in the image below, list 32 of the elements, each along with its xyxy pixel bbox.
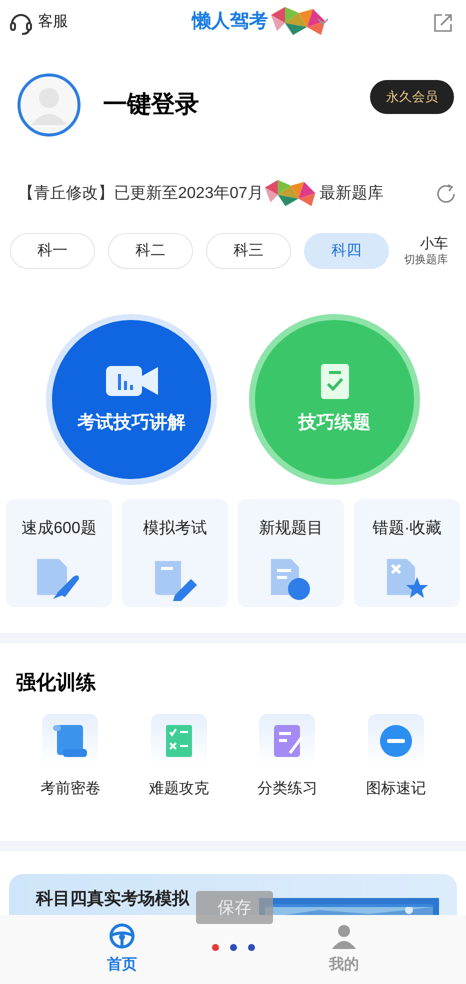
training-item[interactable]: 难题攻克 — [124, 714, 233, 800]
training-item[interactable]: 分类练习 — [233, 714, 342, 800]
pencil-scroll-icon — [153, 559, 197, 601]
customer-service-link[interactable]: 客服 — [38, 11, 68, 34]
subject-tab[interactable]: 科三 — [206, 233, 291, 269]
vip-button[interactable]: 永久会员 — [370, 80, 454, 114]
star-document-icon — [385, 559, 429, 601]
app-title[interactable]: 懒人驾考 — [192, 8, 268, 36]
person-icon — [331, 922, 357, 949]
quick-entry-card[interactable]: 新规题目 — [238, 499, 344, 607]
nav-tab[interactable]: 首页 — [66, 922, 178, 976]
training-item[interactable]: 图标速记 — [342, 714, 450, 800]
update-notice: 最新题库 — [319, 184, 384, 204]
steering-wheel-icon — [109, 922, 135, 949]
switch-bank-button[interactable]: 小车 切换题库 — [404, 234, 448, 268]
chevron-down-icon — [317, 17, 329, 27]
update-notice: 【青丘修改】已更新至2023年07月 — [18, 184, 264, 204]
quick-entry-card[interactable]: 错题·收藏 — [354, 499, 460, 607]
quick-entry-card[interactable]: 速成600题 — [6, 499, 112, 607]
subject-tab[interactable]: 科四 — [304, 233, 389, 269]
login-link[interactable]: 一键登录 — [103, 87, 199, 123]
subject-tab[interactable]: 科一 — [10, 233, 95, 269]
share-icon — [432, 12, 454, 34]
quick-entry-card[interactable]: 模拟考试 — [122, 499, 228, 607]
subject-tab[interactable]: 科二 — [108, 233, 193, 269]
banner-title: 科目四真实考场模拟 — [36, 888, 189, 910]
section-title: 强化训练 — [16, 671, 97, 696]
video-camera-icon — [106, 364, 158, 398]
document-badge-icon — [269, 559, 313, 601]
training-item[interactable]: 考前密卷 — [16, 714, 124, 800]
feature-circle-button[interactable]: 考试技巧讲解 — [46, 314, 217, 485]
avatar-icon — [17, 73, 81, 137]
